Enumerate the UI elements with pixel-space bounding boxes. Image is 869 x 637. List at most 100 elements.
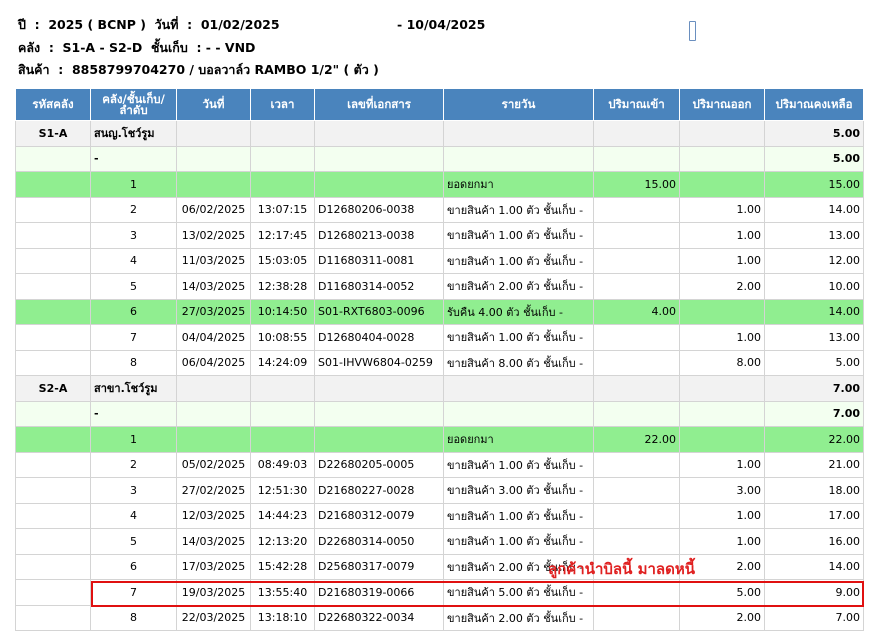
table-row[interactable]: 5 14/03/2025 12:13:20 D22680314-0050 ขายสินค…	[15, 528, 864, 555]
balance-cell: 22.00	[764, 426, 864, 453]
document-no-cell: D12680206-0038	[314, 196, 444, 223]
table-row[interactable]: 7 04/04/2025 10:08:55 D12680404-0028 ขายสินค…	[15, 324, 864, 351]
balance-cell: 5.00	[764, 120, 864, 147]
date-cell: 22/03/2025	[176, 604, 251, 631]
table-row[interactable]: 3 27/02/2025 12:51:30 D21680227-0028 ขายสินค…	[15, 477, 864, 504]
description-cell: ขายสินค้า 1.00 ตัว ชั้นเก็บ -	[443, 196, 594, 223]
table-row[interactable]: 4 12/03/2025 14:44:23 D21680312-0079 ขายสินค…	[15, 502, 864, 529]
qty-out-cell	[679, 171, 765, 198]
col-header-description[interactable]: รายวัน	[443, 88, 594, 121]
description-cell: รับคืน 4.00 ตัว ชั้นเก็บ -	[443, 298, 594, 325]
col-header-location[interactable]: คลัง/ชั้นเก็บ/ลำดับ	[90, 88, 177, 121]
col-header-qty-out[interactable]: ปริมาณออก	[679, 88, 765, 121]
highlight-box	[91, 581, 864, 607]
qty-in-cell	[593, 247, 680, 274]
time-cell	[250, 120, 315, 147]
document-no-cell	[314, 145, 444, 172]
location-cell: สนญ.โชว์รูม	[90, 120, 177, 147]
document-no-cell: D22680314-0050	[314, 528, 444, 555]
col-header-qty-in[interactable]: ปริมาณเข้า	[593, 88, 680, 121]
warehouse-code-cell	[15, 247, 91, 274]
table-row[interactable]: 6 17/03/2025 15:42:28 D25680317-0079 ขายสินค…	[15, 553, 864, 580]
warehouse-code-cell	[15, 528, 91, 555]
location-cell: -	[90, 145, 177, 172]
time-cell: 12:17:45	[250, 222, 315, 249]
col-header-balance[interactable]: ปริมาณคงเหลือ	[764, 88, 864, 121]
date-cell: 05/02/2025	[176, 451, 251, 478]
date-cell	[176, 375, 251, 402]
table-row[interactable]: 2 06/02/2025 13:07:15 D12680206-0038 ขายสินค…	[15, 196, 864, 223]
qty-in-cell: 22.00	[593, 426, 680, 453]
subgroup-row[interactable]: - 5.00	[15, 145, 864, 172]
description-cell	[443, 120, 594, 147]
date-cell: 14/03/2025	[176, 273, 251, 300]
warehouse-group-row[interactable]: S1-A สนญ.โชว์รูม 5.00	[15, 120, 864, 147]
report-product: สินค้า : 8858799704270 / บอลวาล์ว RAMBO …	[18, 62, 379, 77]
qty-out-cell	[679, 400, 765, 427]
balance-cell: 7.00	[764, 604, 864, 631]
time-cell: 12:38:28	[250, 273, 315, 300]
document-no-cell: D21680312-0079	[314, 502, 444, 529]
description-cell: ขายสินค้า 2.00 ตัว ชั้นเก็บ -	[443, 273, 594, 300]
col-header-document-no[interactable]: เลขที่เอกสาร	[314, 88, 444, 121]
location-cell: 6	[90, 298, 177, 325]
location-cell: 8	[90, 349, 177, 376]
subgroup-row[interactable]: - 7.00	[15, 400, 864, 427]
document-no-cell: D22680322-0034	[314, 604, 444, 631]
time-cell	[250, 145, 315, 172]
table-row[interactable]: 4 11/03/2025 15:03:05 D11680311-0081 ขายสินค…	[15, 247, 864, 274]
description-cell: ขายสินค้า 8.00 ตัว ชั้นเก็บ -	[443, 349, 594, 376]
warehouse-code-cell	[15, 273, 91, 300]
qty-out-cell: 1.00	[679, 247, 765, 274]
date-cell: 04/04/2025	[176, 324, 251, 351]
qty-out-cell: 1.00	[679, 528, 765, 555]
qty-in-cell: 4.00	[593, 298, 680, 325]
warehouse-code-cell	[15, 196, 91, 223]
table-row[interactable]: 2 05/02/2025 08:49:03 D22680205-0005 ขายสินค…	[15, 451, 864, 478]
col-header-time[interactable]: เวลา	[250, 88, 315, 121]
date-cell	[176, 400, 251, 427]
date-cell: 13/02/2025	[176, 222, 251, 249]
scroll-handle[interactable]	[689, 21, 696, 41]
document-no-cell: D22680205-0005	[314, 451, 444, 478]
time-cell	[250, 400, 315, 427]
qty-out-cell: 2.00	[679, 273, 765, 300]
table-header-row: รหัสคลัง คลัง/ชั้นเก็บ/ลำดับ วันที่ เวลา…	[15, 88, 864, 121]
description-cell	[443, 375, 594, 402]
warehouse-group-row[interactable]: S2-A สาขา.โชว์รูม 7.00	[15, 375, 864, 402]
qty-in-cell	[593, 349, 680, 376]
time-cell: 12:13:20	[250, 528, 315, 555]
table-row[interactable]: 6 27/03/2025 10:14:50 S01-RXT6803-0096 รับคื…	[15, 298, 864, 325]
table-row[interactable]: 1 ยอดยกมา 22.00 22.00	[15, 426, 864, 453]
warehouse-code-cell	[15, 477, 91, 504]
qty-in-cell	[593, 120, 680, 147]
qty-in-cell: 15.00	[593, 171, 680, 198]
table-row[interactable]: 8 06/04/2025 14:24:09 S01-IHVW6804-0259 ขายส…	[15, 349, 864, 376]
location-cell: 3	[90, 222, 177, 249]
document-no-cell	[314, 171, 444, 198]
document-no-cell: D21680227-0028	[314, 477, 444, 504]
date-cell	[176, 426, 251, 453]
col-header-date[interactable]: วันที่	[176, 88, 251, 121]
qty-in-cell	[593, 604, 680, 631]
table-row[interactable]: 1 ยอดยกมา 15.00 15.00	[15, 171, 864, 198]
table-row[interactable]: 3 13/02/2025 12:17:45 D12680213-0038 ขายสินค…	[15, 222, 864, 249]
table-row[interactable]: 5 14/03/2025 12:38:28 D11680314-0052 ขายสินค…	[15, 273, 864, 300]
balance-cell: 10.00	[764, 273, 864, 300]
warehouse-code-cell: S2-A	[15, 375, 91, 402]
col-header-warehouse-code[interactable]: รหัสคลัง	[15, 88, 91, 121]
time-cell: 15:03:05	[250, 247, 315, 274]
warehouse-code-cell	[15, 400, 91, 427]
warehouse-code-cell	[15, 324, 91, 351]
date-cell	[176, 171, 251, 198]
warehouse-code-cell	[15, 298, 91, 325]
description-cell: ขายสินค้า 1.00 ตัว ชั้นเก็บ -	[443, 502, 594, 529]
balance-cell: 14.00	[764, 196, 864, 223]
qty-out-cell: 1.00	[679, 324, 765, 351]
location-cell: 7	[90, 324, 177, 351]
warehouse-code-cell	[15, 553, 91, 580]
location-cell: 5	[90, 273, 177, 300]
description-cell: ขายสินค้า 1.00 ตัว ชั้นเก็บ -	[443, 324, 594, 351]
qty-in-cell	[593, 145, 680, 172]
table-row[interactable]: 8 22/03/2025 13:18:10 D22680322-0034 ขายสินค…	[15, 604, 864, 631]
